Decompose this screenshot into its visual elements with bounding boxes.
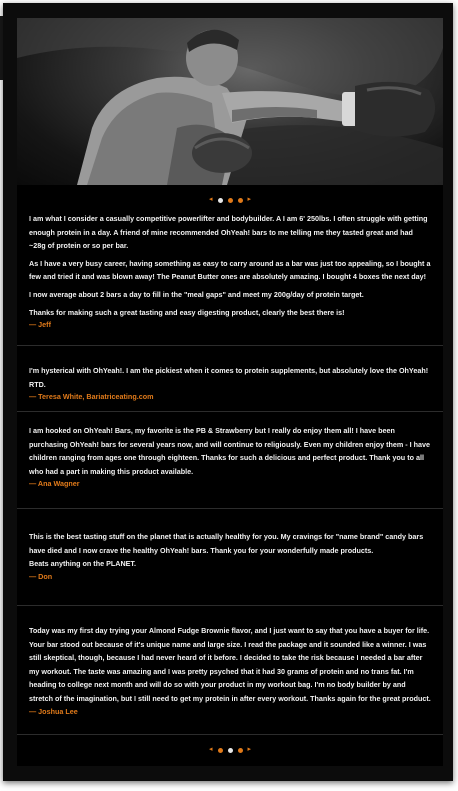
- divider: [17, 411, 443, 412]
- carousel-nav-top: ◂ ▸: [17, 196, 443, 204]
- testimonial-paragraph: I am what I consider a casually competit…: [29, 214, 428, 251]
- carousel-dot[interactable]: [217, 197, 223, 203]
- carousel-prev-arrow-icon[interactable]: ◂: [209, 196, 213, 204]
- hero-image-boxer: [17, 18, 443, 185]
- carousel-dot[interactable]: [237, 747, 243, 753]
- testimonial-author: — Joshua Lee: [29, 706, 78, 716]
- testimonial-paragraph: I am hooked on OhYeah! Bars, my favorite…: [29, 426, 431, 476]
- testimonial-paragraph: This is the best tasting stuff on the pl…: [29, 532, 424, 569]
- testimonial: I am what I consider a casually competit…: [29, 212, 431, 331]
- divider: [17, 605, 443, 606]
- testimonial-author: — Ana Wagner: [29, 479, 80, 489]
- testimonial-paragraph: I now average about 2 bars a day to fill…: [29, 289, 364, 299]
- testimonial: I am hooked on OhYeah! Bars, my favorite…: [29, 424, 431, 490]
- testimonial: Today was my first day trying your Almon…: [29, 624, 431, 718]
- carousel-dot[interactable]: [227, 747, 233, 753]
- testimonial: This is the best tasting stuff on the pl…: [29, 530, 431, 583]
- testimonial-author: — Don: [29, 571, 53, 581]
- testimonial: I'm hysterical with OhYeah!. I am the pi…: [29, 364, 431, 403]
- testimonial-paragraph: I'm hysterical with OhYeah!. I am the pi…: [29, 366, 429, 389]
- divider: [17, 508, 443, 509]
- carousel-next-arrow-icon[interactable]: ▸: [248, 196, 252, 204]
- carousel-nav-bottom: ◂ ▸: [17, 746, 443, 754]
- divider: [17, 345, 443, 346]
- testimonial-paragraph: As I have a very busy career, having som…: [29, 258, 431, 282]
- divider: [17, 734, 443, 735]
- testimonials-frame: ◂ ▸ I am what I consider a casually comp…: [3, 3, 453, 781]
- carousel-prev-arrow-icon[interactable]: ◂: [209, 746, 213, 754]
- carousel-dot[interactable]: [217, 747, 223, 753]
- carousel-dot[interactable]: [237, 197, 243, 203]
- testimonials-card: ◂ ▸ I am what I consider a casually comp…: [17, 18, 443, 766]
- testimonial-paragraph: Today was my first day trying your Almon…: [29, 626, 431, 703]
- testimonial-paragraph: Thanks for making such a great tasting a…: [29, 307, 345, 317]
- carousel-dot[interactable]: [227, 197, 233, 203]
- testimonial-author: — Jeff: [29, 320, 51, 330]
- carousel-next-arrow-icon[interactable]: ▸: [248, 746, 252, 754]
- testimonial-author: — Teresa White, Bariatriceating.com: [29, 392, 154, 402]
